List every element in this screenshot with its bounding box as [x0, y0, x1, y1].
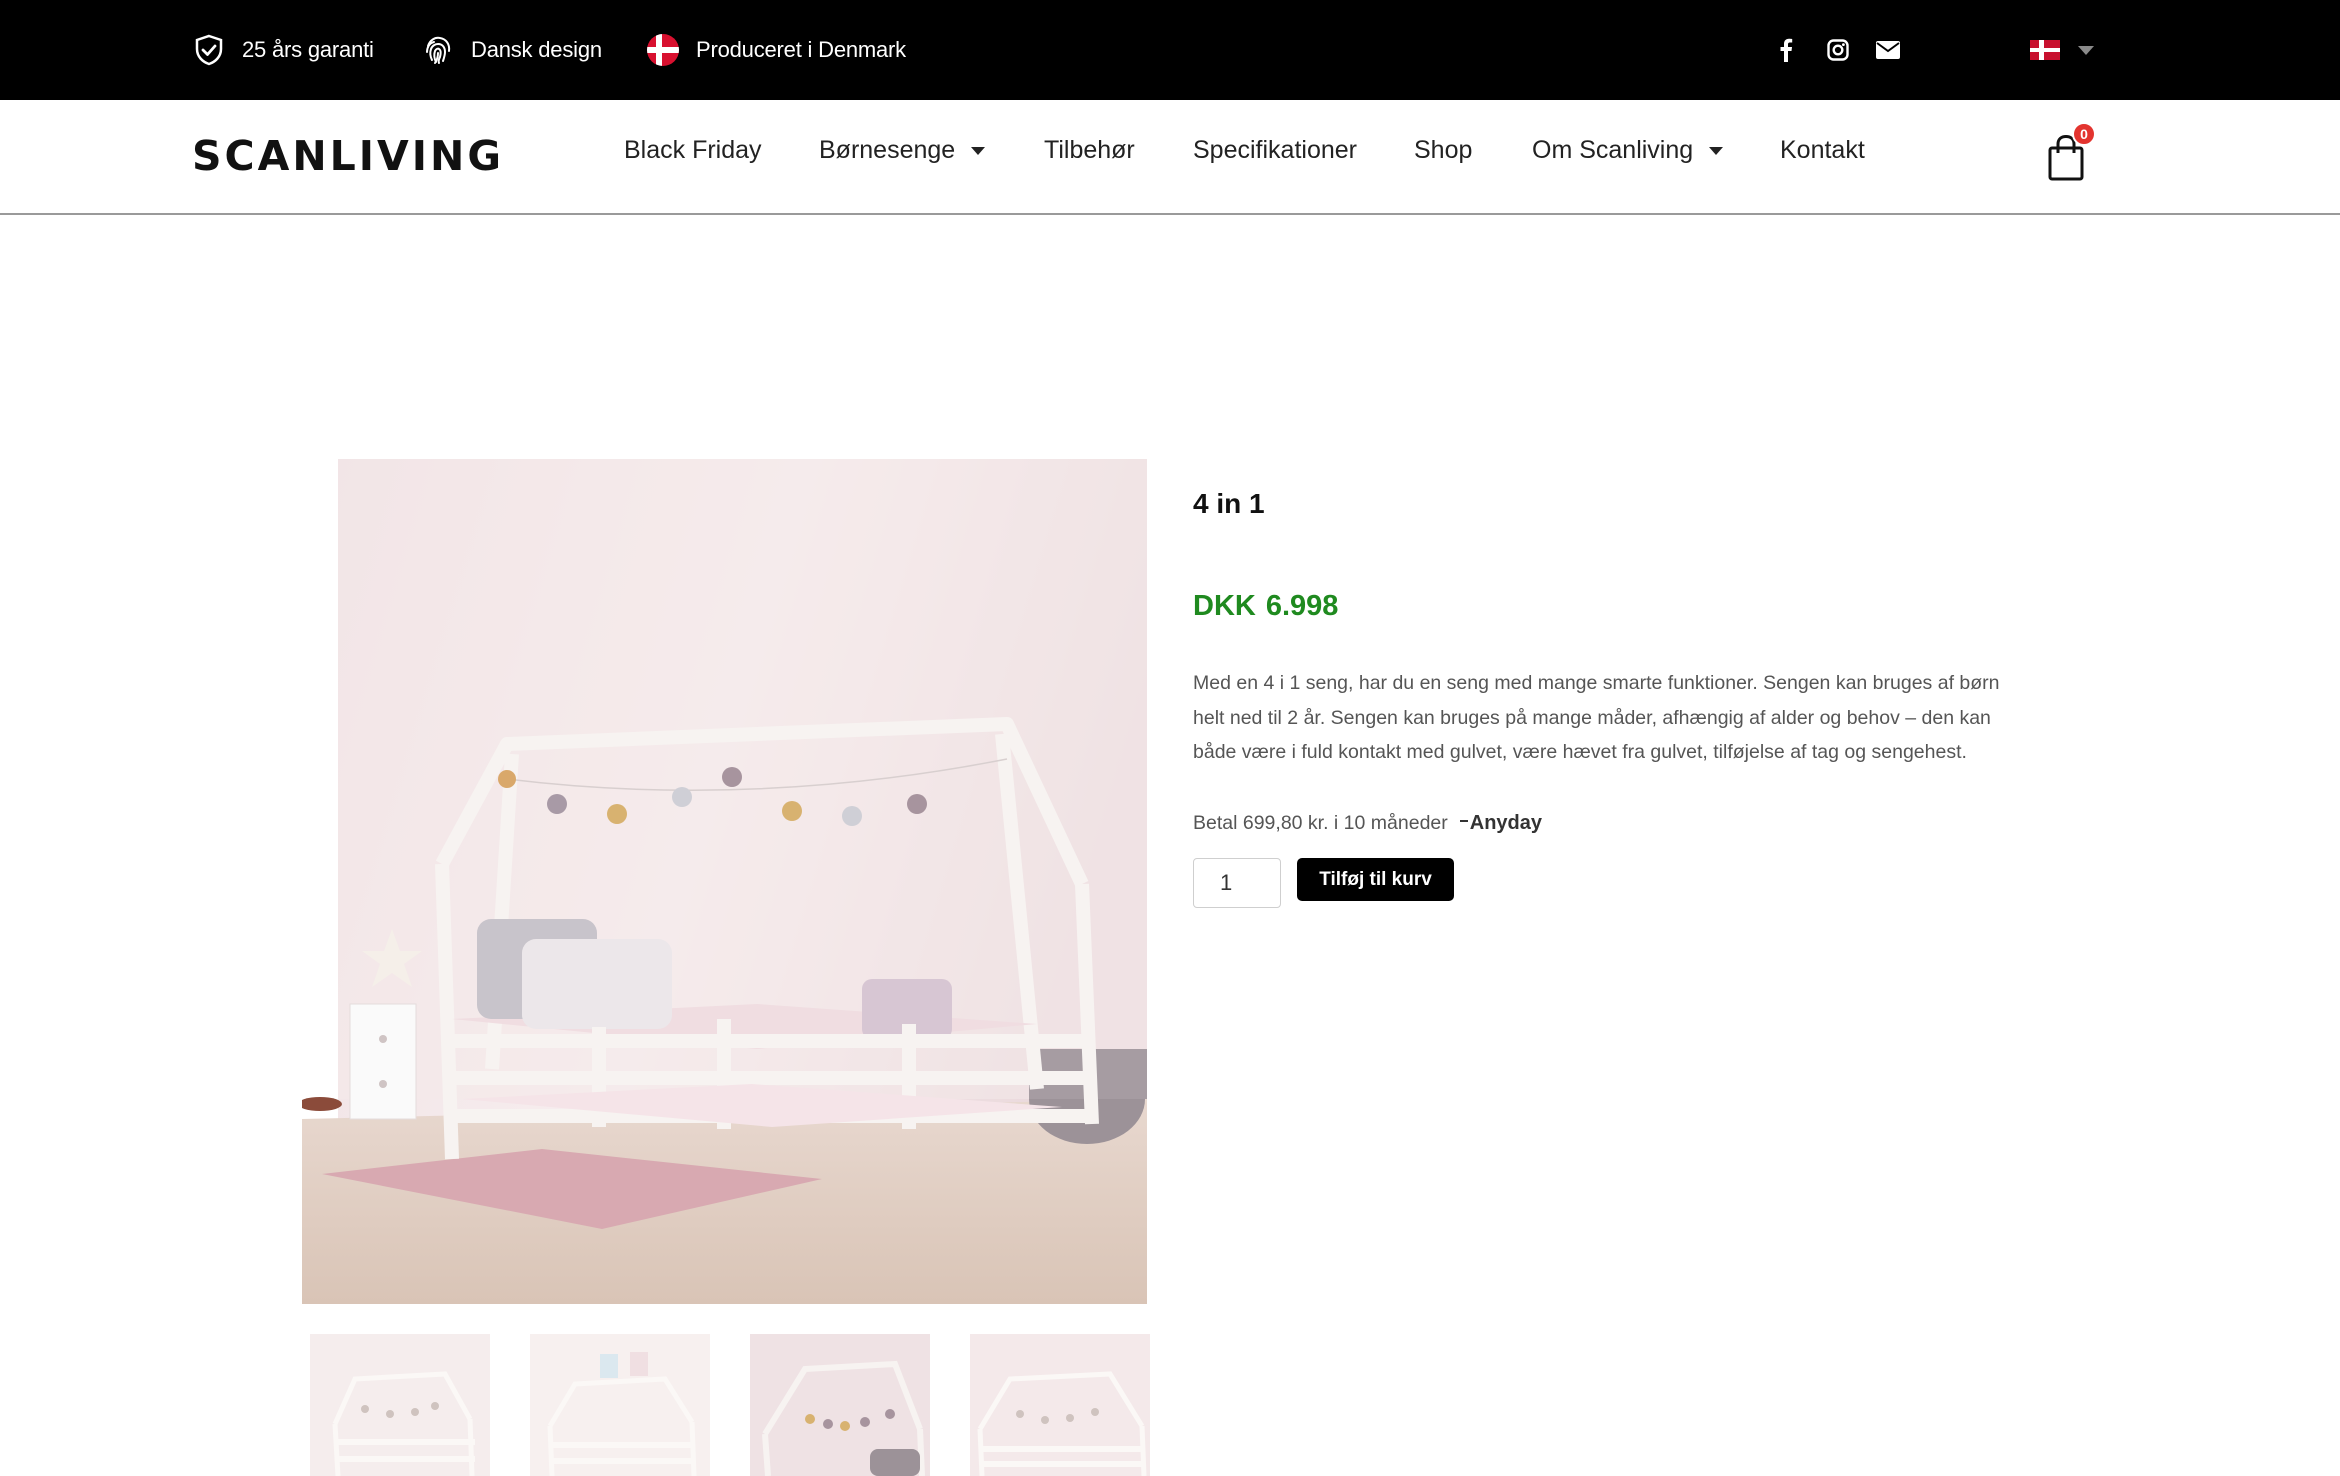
shield-check-icon	[192, 33, 226, 67]
anyday-logo[interactable]: Anyday	[1459, 812, 1542, 835]
product-thumbnail[interactable]	[750, 1334, 930, 1476]
top-bar: 25 års garanti Dansk design Produceret i…	[0, 0, 2340, 100]
nav-item-label: Kontakt	[1780, 135, 1865, 164]
product-thumbnail[interactable]	[310, 1334, 490, 1476]
nav-item-label: Specifikationer	[1193, 135, 1357, 164]
thumbnail-image	[750, 1334, 930, 1476]
bed-house-image	[302, 459, 1147, 1304]
product-price: DKK 6.998	[1193, 590, 1338, 623]
envelope-icon[interactable]	[1870, 0, 1906, 100]
danish-flag-icon	[2030, 40, 2060, 60]
nav-item-shop[interactable]: Shop	[1414, 100, 1472, 200]
nav-item-om-scanliving[interactable]: Om Scanliving	[1532, 100, 1724, 200]
nav-item-label: Børnesenge	[819, 135, 956, 164]
usp-guarantee: 25 års garanti	[192, 0, 374, 100]
cart-count-badge: 0	[2072, 122, 2096, 146]
nav-item-tilbehor[interactable]: Tilbehør	[1044, 100, 1135, 200]
thumbnail-image	[970, 1334, 1150, 1476]
logo[interactable]: SCANLIVING	[192, 128, 504, 183]
danish-flag-icon	[646, 33, 680, 67]
nav-item-specifikationer[interactable]: Specifikationer	[1193, 100, 1357, 200]
nav-item-bornesenge[interactable]: Børnesenge	[819, 100, 986, 200]
nav-item-label: Om Scanliving	[1532, 135, 1694, 164]
chevron-down-icon	[2078, 45, 2094, 55]
product-description: Med en 4 i 1 seng, har du en seng med ma…	[1193, 672, 2000, 763]
nav-item-kontakt[interactable]: Kontakt	[1780, 100, 1865, 200]
usp-produced: Produceret i Denmark	[646, 0, 906, 100]
nav-item-label: Tilbehør	[1044, 135, 1135, 164]
main-navigation: SCANLIVING Black Friday Børnesenge Tilbe…	[0, 100, 2340, 215]
facebook-icon[interactable]	[1768, 0, 1804, 100]
installment-text: Betal 699,80 kr. i 10 måneder	[1193, 812, 1448, 834]
caret-down-icon	[1709, 147, 1724, 155]
nav-item-label: Black Friday	[624, 135, 762, 164]
product-main-image[interactable]	[302, 459, 1147, 1304]
anyday-label: Anyday	[1469, 812, 1542, 834]
product-thumbnail[interactable]	[530, 1334, 710, 1476]
thumbnail-image	[530, 1334, 710, 1476]
nav-item-black-friday[interactable]: Black Friday	[624, 100, 762, 200]
caret-down-icon	[971, 147, 986, 155]
price-currency: DKK	[1193, 590, 1256, 622]
language-switcher[interactable]	[2030, 0, 2094, 100]
usp-design-label: Dansk design	[471, 37, 602, 62]
usp-guarantee-label: 25 års garanti	[242, 37, 374, 62]
product-title: 4 in 1	[1193, 488, 1265, 519]
usp-produced-label: Produceret i Denmark	[696, 37, 906, 62]
thumbnail-image	[310, 1334, 490, 1476]
usp-design: Dansk design	[421, 0, 602, 100]
add-to-cart-button[interactable]: Tilføj til kurv	[1297, 858, 1454, 901]
fingerprint-icon	[421, 33, 455, 67]
installment-info: Betal 699,80 kr. i 10 måneder Anyday	[1193, 812, 1542, 835]
product-thumbnail[interactable]	[970, 1334, 1150, 1476]
price-amount: 6.998	[1265, 590, 1339, 622]
nav-item-label: Shop	[1414, 135, 1473, 164]
cart-button[interactable]: 0	[2042, 120, 2102, 190]
instagram-icon[interactable]	[1820, 0, 1856, 100]
quantity-input[interactable]	[1193, 858, 1281, 908]
